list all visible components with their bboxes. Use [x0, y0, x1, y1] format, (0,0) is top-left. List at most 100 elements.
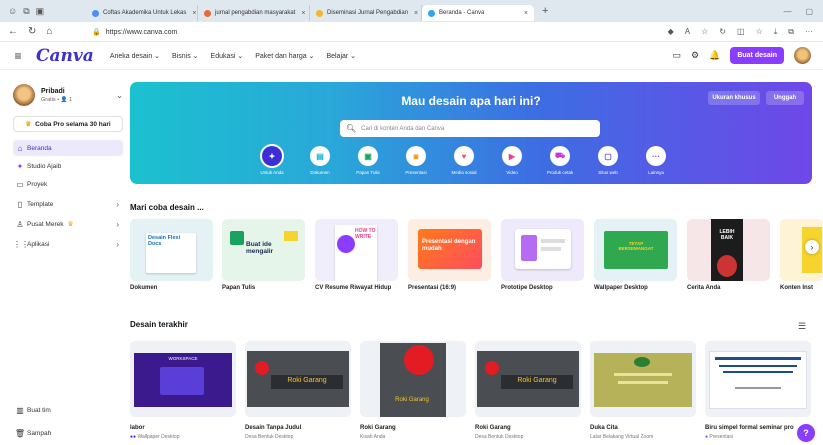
- recent-design-card[interactable]: Roki Garang: [360, 341, 466, 417]
- more-icon[interactable]: ···: [805, 27, 813, 37]
- category-papan-tulis[interactable]: ▣ Papan Tulis: [344, 146, 392, 175]
- browser-tab-active[interactable]: Beranda - Canva ×: [422, 5, 534, 21]
- refresh-page-icon[interactable]: ↻: [719, 27, 726, 37]
- back-icon[interactable]: ←: [8, 26, 18, 37]
- nav-paket-harga[interactable]: Paket dan harga ⌄: [255, 52, 314, 60]
- more-icon: ···: [646, 146, 666, 166]
- category-situs-web[interactable]: ▢ Situs web: [584, 146, 632, 175]
- sparkle-icon: ✦: [262, 146, 282, 166]
- refresh-icon[interactable]: ↻: [28, 26, 36, 37]
- thumb-sticky: [230, 231, 244, 245]
- download-icon[interactable]: ⤓: [774, 27, 778, 37]
- tab-label: Beranda - Canva: [439, 10, 485, 16]
- try-card-label: Presentasi (16:9): [408, 285, 457, 291]
- try-card-label: Dokumen: [130, 285, 158, 291]
- browser-tab[interactable]: jurnal pengabdian masyarakat ×: [198, 5, 310, 21]
- recent-design-card[interactable]: [705, 341, 811, 417]
- bell-icon[interactable]: 🔔: [709, 50, 720, 61]
- collections-icon[interactable]: ⧉: [788, 27, 794, 37]
- recent-design-type: Latar Belakang Virtual Zoom: [590, 434, 654, 440]
- recent-design-card[interactable]: Roki Garang: [475, 341, 581, 417]
- nav-edukasi[interactable]: Edukasi ⌄: [211, 52, 244, 60]
- try-card-dokumen[interactable]: Desain Flexi Docs: [130, 219, 213, 281]
- sidebar-item-studio-ajaib[interactable]: ✦ Studio Ajaib: [13, 158, 123, 174]
- close-tab-icon[interactable]: ×: [186, 10, 196, 17]
- try-card-wallpaper[interactable]: TETAP BERSEMANGAT: [594, 219, 677, 281]
- try-card-cerita[interactable]: LEBIH BAIK: [687, 219, 770, 281]
- category-video[interactable]: ▶ Video: [488, 146, 536, 175]
- minimize-icon[interactable]: —: [783, 7, 791, 16]
- thumb-text: WORKSPACE: [168, 356, 198, 361]
- account-switcher[interactable]: Pribadi Gratis • 👤 1 ⌄: [13, 80, 123, 110]
- tab-label: Coftas Akademika Untuk Lekas: [103, 10, 187, 16]
- hamburger-menu-icon[interactable]: ≡: [8, 49, 28, 63]
- category-label: Papan Tulis: [356, 170, 380, 175]
- category-presentasi[interactable]: ◙ Presentasi: [392, 146, 440, 175]
- chevron-down-icon: ⌄: [116, 90, 123, 100]
- canva-logo[interactable]: Canva: [36, 46, 94, 66]
- sidebar-item-beranda[interactable]: ⌂ Beranda: [13, 140, 123, 156]
- browser-tab[interactable]: Coftas Akademika Untuk Lekas ×: [86, 5, 198, 21]
- sidebar-item-label: Buat tim: [27, 406, 51, 414]
- read-aloud-icon[interactable]: A: [685, 27, 690, 37]
- monitor-icon[interactable]: ▭: [673, 50, 682, 61]
- home-nav-icon[interactable]: ⌂: [46, 26, 52, 37]
- tab-favicon: [428, 9, 435, 17]
- chevron-right-icon[interactable]: ›: [805, 240, 819, 254]
- try-card-prototipe[interactable]: [501, 219, 584, 281]
- workspaces-icon[interactable]: ⧉: [23, 6, 29, 17]
- sidebar-item-pusat-merek[interactable]: ♙ Pusat Merek ♛ ›: [13, 216, 123, 232]
- sidebar-item-buat-tim[interactable]: ▥ Buat tim: [13, 403, 123, 417]
- custom-size-button[interactable]: Ukuran khusus: [708, 91, 760, 105]
- close-tab-icon[interactable]: ×: [518, 10, 528, 17]
- recent-design-type: Desa Bentuk Desktop: [475, 434, 524, 440]
- try-card-presentasi[interactable]: Presentasi dengan mudah: [408, 219, 491, 281]
- account-text: Pribadi Gratis • 👤 1: [41, 88, 72, 103]
- help-button[interactable]: ?: [797, 424, 815, 442]
- try-card-cv[interactable]: HOW TO WRITE: [315, 219, 398, 281]
- favorite-star-icon[interactable]: ☆: [701, 27, 708, 37]
- category-produk-cetak[interactable]: ⛟ Produk cetak: [536, 146, 584, 175]
- recent-design-card[interactable]: Roki Garang: [245, 341, 351, 417]
- close-tab-icon[interactable]: ×: [408, 10, 418, 17]
- search-input[interactable]: 🔍︎ Cari di konten Anda dan Canva: [340, 120, 600, 137]
- create-design-button[interactable]: Buat desain: [730, 47, 784, 64]
- social-media-icon: ♥: [454, 146, 474, 166]
- upload-button[interactable]: Unggah: [766, 91, 804, 105]
- nav-bisnis[interactable]: Bisnis ⌄: [172, 52, 198, 60]
- try-card-papan-tulis[interactable]: Buat ide mengalir: [222, 219, 305, 281]
- favorites-icon[interactable]: ☆: [756, 27, 763, 37]
- extension-icon[interactable]: ◆: [668, 27, 674, 37]
- category-dokumen[interactable]: ▤ Dokumen: [296, 146, 344, 175]
- nav-buttons: ← ↻ ⌂: [0, 26, 92, 37]
- folder-icon: ▭: [16, 179, 24, 189]
- url-field[interactable]: 🔒 https://www.canva.com: [92, 28, 668, 36]
- window-controls: — ▢: [783, 7, 823, 16]
- category-label: Produk cetak: [546, 170, 574, 175]
- user-avatar[interactable]: [794, 47, 811, 64]
- sidebar-item-template[interactable]: ▯ Template ›: [13, 196, 123, 212]
- browser-tab[interactable]: Diseminasi Jurnal Pengabdian ×: [310, 5, 422, 21]
- try-pro-button[interactable]: ♛ Coba Pro selama 30 hari: [13, 116, 123, 132]
- new-tab-button[interactable]: +: [534, 5, 548, 17]
- split-screen-icon[interactable]: ◫: [737, 27, 745, 37]
- maximize-icon[interactable]: ▢: [805, 7, 813, 16]
- profile-icon[interactable]: ☺: [8, 6, 17, 16]
- category-untuk-anda[interactable]: ✦ Untuk Anda: [248, 146, 296, 175]
- nav-aneka-desain[interactable]: Aneka desain ⌄: [110, 52, 160, 60]
- settings-gear-icon[interactable]: ⚙: [691, 50, 699, 61]
- recent-design-type: ● Presentasi: [705, 434, 733, 440]
- list-view-icon[interactable]: ☰: [798, 321, 806, 332]
- thumb-text: Buat ide mengalir: [246, 241, 274, 256]
- sidebar-item-sampah[interactable]: 🗑 Sampah: [13, 426, 123, 440]
- recent-design-card[interactable]: [590, 341, 696, 417]
- recent-design-name: Roki Garang: [360, 425, 396, 431]
- nav-belajar[interactable]: Belajar ⌄: [326, 52, 356, 60]
- tab-actions-icon[interactable]: ▣: [36, 6, 45, 17]
- sidebar-item-aplikasi[interactable]: ⋮⋮ Aplikasi ›: [13, 236, 123, 252]
- close-tab-icon[interactable]: ×: [295, 10, 305, 17]
- category-lainnya[interactable]: ··· Lainnya: [632, 146, 680, 175]
- recent-design-card[interactable]: WORKSPACE: [130, 341, 236, 417]
- category-media-sosial[interactable]: ♥ Media sosial: [440, 146, 488, 175]
- sidebar-item-proyek[interactable]: ▭ Proyek: [13, 176, 123, 192]
